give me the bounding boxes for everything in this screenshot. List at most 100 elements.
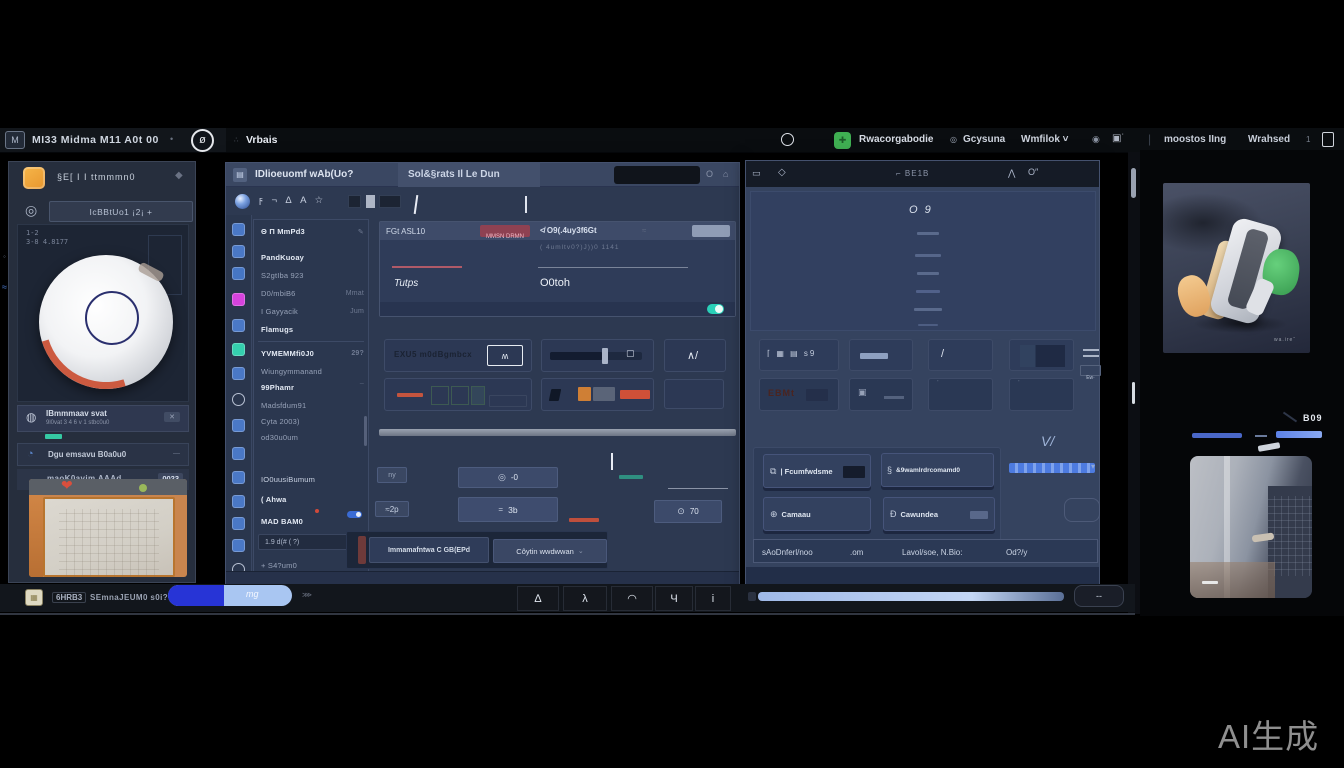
menu-scrollbar[interactable] [364, 416, 367, 446]
toolbar-diamond-icon[interactable]: ◇ [778, 167, 786, 178]
toolbar-caret-icon[interactable]: ⋀ [1008, 168, 1015, 179]
record-circle-icon[interactable] [781, 133, 794, 146]
progress-pill[interactable]: mg [168, 585, 292, 606]
teal-toggle[interactable] [707, 304, 724, 314]
tray-icon-2[interactable]: ▣˙ [1112, 133, 1125, 144]
right-canvas[interactable]: O 9 [750, 191, 1096, 331]
form-header-button[interactable] [692, 225, 730, 237]
footer-more-icon[interactable]: ⋙ [302, 591, 312, 599]
brand-label[interactable]: Rwacorgabodie [859, 134, 933, 145]
sketch-thumbnail[interactable]: ❤ [29, 479, 187, 577]
slider-handle[interactable] [602, 348, 608, 364]
field-zero[interactable]: ◎ -0 [458, 467, 558, 488]
menu-item[interactable]: PandKuoay [261, 250, 364, 265]
toolbar-btn-3[interactable] [379, 195, 401, 208]
action-button-3[interactable]: ⊕ Camaau [763, 497, 871, 531]
menu-window[interactable]: Wmfilok ˅ [1021, 134, 1069, 145]
tool-button-5[interactable]: i [695, 586, 731, 611]
scrollbar-strip[interactable] [1128, 152, 1140, 614]
tray-icon-1[interactable]: ◉ [1092, 134, 1100, 145]
menu-item-header[interactable]: Θ Π MmPd3 ✎ [261, 224, 364, 239]
menu-item[interactable]: ( Ahwa [261, 492, 364, 507]
orb-icon[interactable] [235, 194, 250, 209]
confirm-button[interactable]: Immamafntwa C GB(EPd [369, 537, 489, 563]
account-field[interactable]: IcBBtUo1 ¡2¡ + [49, 201, 193, 222]
left-row-1[interactable]: ◍ IBmmmaav svat 9l0vat 3 4 6 v 1 stbc0u0… [17, 405, 189, 432]
r-card-3b[interactable]: ˙ [928, 378, 993, 411]
rail-icon-14[interactable] [232, 539, 245, 552]
menu-settings[interactable]: Gcysuna [963, 134, 1005, 145]
grid-card-3[interactable]: ∧/ [664, 339, 726, 372]
menu-field-box[interactable]: 1.9 d(# ( ?) [258, 534, 352, 550]
field-70[interactable]: ⊙ 70 [654, 500, 722, 523]
menu-item[interactable]: I Gayyacik Jum [261, 304, 364, 319]
app-logo-icon[interactable]: M [5, 131, 25, 149]
bottom-progress-track[interactable] [748, 592, 756, 601]
photo-icon[interactable]: ▦ [25, 589, 43, 606]
rail-icon-5[interactable] [232, 319, 245, 332]
tool-button-2[interactable]: λ [563, 586, 607, 611]
menu-item[interactable]: 99Phamr ¯ [261, 380, 364, 395]
toolbar-btn-2[interactable] [366, 195, 375, 208]
r-card-2a[interactable] [849, 339, 913, 371]
sphere-viewport[interactable]: 1-2 3-8 4.8177 [17, 224, 189, 402]
progress-caret-icon[interactable]: ▾ [1091, 462, 1095, 471]
mini-toggle[interactable] [347, 511, 362, 518]
r-card-1b[interactable]: EBMt [759, 378, 839, 411]
rail-icon-9[interactable] [232, 419, 245, 432]
menu-item[interactable]: Flamugs [261, 322, 364, 337]
rail-icon-7[interactable] [232, 367, 245, 380]
grid-card-6[interactable] [664, 379, 724, 409]
rail-icon-10[interactable] [232, 447, 245, 460]
edit-icon[interactable]: ✎ [358, 228, 364, 236]
scene-illustration[interactable] [1190, 456, 1312, 598]
toolbar-glyphs[interactable]: ϝ ¬ ∆ A ☆ [259, 195, 326, 206]
menu-item[interactable]: Wiungymmanand [261, 364, 364, 379]
tool-button-4[interactable]: Ч [655, 586, 693, 611]
r-card-1a[interactable]: ⌈ ▦ ▤ s9 [759, 339, 839, 371]
rail-icon-8[interactable] [232, 393, 245, 406]
action-button-4[interactable]: Ð Cawundea [883, 497, 995, 531]
menu-item[interactable]: D0/mbiB6 Mmat [261, 286, 364, 301]
field-3b[interactable]: = 3b [458, 497, 558, 522]
more-options-button[interactable]: -- [1074, 585, 1124, 607]
rail-icon-12[interactable] [232, 495, 245, 508]
grid-card-2[interactable]: ▢ [541, 339, 654, 372]
toolbar-rect-icon[interactable]: ▭ [752, 168, 761, 179]
grid-card-5[interactable] [541, 378, 654, 411]
tool-button-1[interactable]: ∆ [517, 586, 559, 611]
toolbar-btn-1[interactable] [348, 195, 361, 208]
rail-icon-3[interactable] [232, 267, 245, 280]
left-header-icon[interactable] [23, 167, 45, 189]
menu-item[interactable]: Cyta 2003) [261, 414, 364, 429]
menu-item[interactable]: od30u0um [261, 430, 364, 445]
r-card-4b[interactable]: ˙ [1009, 378, 1074, 411]
r-card-4a[interactable] [1009, 339, 1074, 371]
bottom-progress-bar[interactable] [758, 592, 1064, 601]
left-row-2[interactable]: ◔ Dgu emsavu B0a0u0 — [17, 443, 189, 466]
menu-item[interactable]: Madsfdum91 [261, 398, 364, 413]
tab-2-bg[interactable]: Sol&§rats Il Le Dun [398, 163, 540, 187]
brand-icon[interactable]: ✚ [834, 132, 851, 149]
titlebar-icon-2[interactable]: ⌂ [723, 169, 728, 179]
striped-progress[interactable] [1009, 463, 1095, 473]
r-card-2b[interactable]: ▣ [849, 378, 913, 411]
rail-icon-11[interactable] [232, 471, 245, 484]
rail-icon-4[interactable] [232, 293, 245, 306]
rail-icon-1[interactable] [232, 223, 245, 236]
grid-card-1[interactable]: EXU5 m0dBgmbcx ʍ [384, 339, 532, 372]
menu-item[interactable]: S2gtIba 923 [261, 268, 364, 283]
tab-1[interactable]: IDlioeuomf wAb(Uo? [255, 169, 353, 180]
rail-icon-6[interactable] [232, 343, 245, 356]
device-illustration[interactable]: wa.ire˘ [1163, 183, 1310, 353]
scrollbar-thumb[interactable] [1131, 168, 1136, 198]
rail-icon-2[interactable] [232, 245, 245, 258]
tray-square-icon[interactable] [1322, 132, 1334, 147]
field-ny[interactable]: ny [377, 467, 407, 483]
card1-box[interactable]: ʍ [487, 345, 523, 366]
action-button-2[interactable]: § &9wamlrdrcomamd0 [881, 453, 994, 487]
secondary-button[interactable]: Côytin wwdwwan ⌄ [493, 539, 607, 563]
r-card-3a[interactable]: / [928, 339, 993, 371]
field-2p[interactable]: ≈2p [375, 501, 409, 517]
grid-card-4[interactable] [384, 378, 532, 411]
